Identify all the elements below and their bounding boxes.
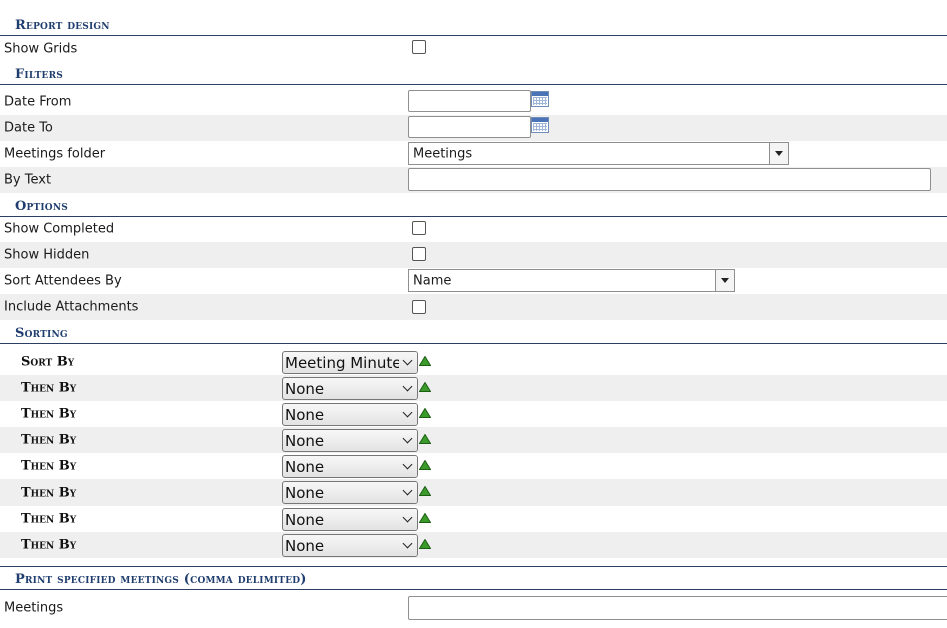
section-sorting: Sorting: [0, 320, 947, 344]
meetings-input[interactable]: [408, 596, 947, 620]
sort-field-value: None: [285, 536, 325, 555]
section-filters: Filters: [0, 61, 947, 85]
date-to-input[interactable]: [408, 116, 531, 138]
sort-field-select[interactable]: None: [282, 455, 418, 478]
meetings-folder-row: Meetings folder Meetings: [0, 141, 947, 167]
section-options: Options: [0, 193, 947, 217]
sort-row: Sort By Meeting Minute: [0, 349, 947, 375]
sort-row: Then By None: [0, 401, 947, 427]
date-from-input[interactable]: [408, 90, 531, 112]
show-hidden-row: Show Hidden: [0, 242, 947, 268]
sort-row: Then By None: [0, 375, 947, 401]
sort-row-label: Then By: [21, 511, 77, 527]
include-attachments-label: Include Attachments: [4, 299, 139, 315]
calendar-icon[interactable]: [531, 91, 549, 107]
sort-field-value: None: [285, 457, 325, 476]
show-grids-checkbox[interactable]: [412, 40, 426, 54]
show-grids-label: Show Grids: [4, 41, 78, 56]
sort-field-select[interactable]: None: [282, 429, 418, 452]
date-from-row: Date From: [0, 89, 947, 115]
sort-row-label: Then By: [21, 458, 77, 474]
sort-field-value: None: [285, 510, 325, 529]
meetings-folder-label: Meetings folder: [4, 146, 106, 162]
sort-field-value: None: [285, 483, 325, 502]
meetings-folder-dropdown[interactable]: Meetings: [408, 142, 789, 165]
section-title-print-specified: Print specified meetings (comma delimite…: [15, 572, 307, 587]
meetings-folder-value: Meetings: [413, 146, 473, 161]
include-attachments-row: Include Attachments: [0, 294, 947, 320]
sort-row: Then By None: [0, 453, 947, 479]
section-print-specified: Print specified meetings (comma delimite…: [0, 567, 947, 590]
by-text-input[interactable]: [408, 168, 931, 191]
sort-field-select[interactable]: None: [282, 534, 418, 557]
by-text-label: By Text: [4, 172, 52, 188]
section-title-report-design: Report design: [15, 18, 110, 33]
ascending-triangle-icon[interactable]: [419, 408, 431, 418]
sort-field-select[interactable]: None: [282, 403, 418, 426]
sort-row-label: Sort By: [21, 354, 75, 370]
show-hidden-checkbox[interactable]: [412, 247, 426, 261]
show-grids-row: Show Grids: [0, 36, 947, 61]
sort-field-select[interactable]: None: [282, 481, 418, 504]
by-text-row: By Text: [0, 167, 947, 193]
section-title-filters: Filters: [15, 67, 63, 82]
sort-row: Then By None: [0, 479, 947, 506]
ascending-triangle-icon[interactable]: [419, 513, 431, 523]
sort-attendees-value: Name: [413, 273, 452, 288]
ascending-triangle-icon[interactable]: [419, 434, 431, 444]
sort-field-select[interactable]: Meeting Minute: [282, 351, 418, 374]
ascending-triangle-icon[interactable]: [419, 460, 431, 470]
chevron-down-icon[interactable]: [769, 143, 788, 164]
sort-field-value: None: [285, 405, 325, 424]
show-completed-checkbox[interactable]: [412, 221, 426, 235]
include-attachments-checkbox[interactable]: [412, 300, 426, 314]
sort-attendees-label: Sort Attendees By: [4, 273, 122, 289]
date-from-label: Date From: [4, 94, 72, 110]
sort-field-select[interactable]: None: [282, 508, 418, 531]
show-hidden-label: Show Hidden: [4, 247, 90, 263]
ascending-triangle-icon[interactable]: [419, 539, 431, 549]
sort-row-label: Then By: [21, 537, 77, 553]
sort-row-label: Then By: [21, 485, 77, 500]
calendar-icon[interactable]: [531, 117, 549, 133]
ascending-triangle-icon[interactable]: [419, 486, 431, 496]
sort-row-label: Then By: [21, 380, 77, 396]
ascending-triangle-icon[interactable]: [419, 356, 431, 366]
ascending-triangle-icon[interactable]: [419, 382, 431, 392]
sort-attendees-dropdown[interactable]: Name: [408, 269, 735, 292]
sort-field-value: None: [285, 431, 325, 450]
sort-row: Then By None: [0, 532, 947, 558]
sort-field-value: Meeting Minute: [285, 353, 402, 372]
section-report-design: Report design: [0, 8, 947, 36]
date-to-label: Date To: [4, 120, 53, 136]
sort-row-label: Then By: [21, 406, 77, 422]
sort-field-value: None: [285, 379, 325, 398]
sort-row: Then By None: [0, 506, 947, 532]
section-title-sorting: Sorting: [15, 326, 68, 341]
section-title-options: Options: [15, 199, 68, 214]
show-completed-label: Show Completed: [4, 221, 115, 237]
sort-row-label: Then By: [21, 432, 77, 448]
sort-row: Then By None: [0, 427, 947, 453]
sort-field-select[interactable]: None: [282, 377, 418, 400]
meetings-row: Meetings: [0, 595, 947, 621]
date-to-row: Date To: [0, 115, 947, 141]
chevron-down-icon[interactable]: [715, 270, 734, 291]
sort-attendees-row: Sort Attendees By Name: [0, 268, 947, 294]
show-completed-row: Show Completed: [0, 216, 947, 242]
meetings-label: Meetings: [4, 600, 64, 616]
